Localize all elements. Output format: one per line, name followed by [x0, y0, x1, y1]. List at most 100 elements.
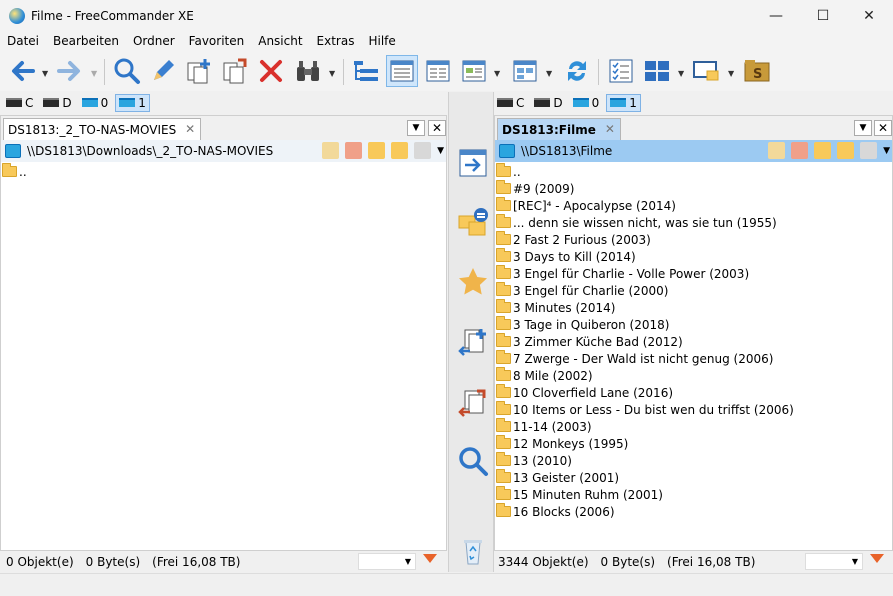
tree-view-icon[interactable]: [350, 55, 382, 87]
filter-funnel-icon[interactable]: [423, 554, 437, 563]
path-menu-dropdown-icon[interactable]: ▼: [883, 146, 890, 156]
tab-close-icon[interactable]: ✕: [185, 122, 195, 136]
forward-arrow-icon[interactable]: [54, 55, 86, 87]
layout-dropdown-icon[interactable]: ▼: [678, 69, 687, 78]
list-item[interactable]: 15 Minuten Ruhm (2001): [495, 486, 892, 503]
filter-dropdown[interactable]: ▼: [358, 553, 416, 570]
back-arrow-icon[interactable]: [6, 55, 38, 87]
list-item[interactable]: 16 Blocks (2006): [495, 503, 892, 520]
history-icon[interactable]: [322, 142, 340, 159]
list-item[interactable]: 3 Days to Kill (2014): [495, 248, 892, 265]
left-path-text: \\DS1813\Downloads\_2_TO-NAS-MOVIES: [27, 144, 274, 158]
list-item[interactable]: 3 Minutes (2014): [495, 299, 892, 316]
back-dropdown-icon[interactable]: ▼: [42, 69, 51, 78]
root-folder-icon[interactable]: [391, 142, 409, 159]
sync-folder-icon[interactable]: S: [741, 55, 773, 87]
tab-close-icon[interactable]: ✕: [605, 122, 615, 136]
menu-ordner[interactable]: Ordner: [126, 34, 182, 48]
forward-dropdown-icon[interactable]: ▼: [91, 69, 100, 78]
tab-left-folder[interactable]: DS1813:_2_TO-NAS-MOVIES ✕: [3, 118, 202, 140]
list-item[interactable]: ..: [1, 163, 446, 180]
filter-dropdown[interactable]: ▼: [805, 553, 863, 570]
binoculars-dropdown-icon[interactable]: ▼: [329, 69, 338, 78]
refresh-icon[interactable]: [561, 55, 593, 87]
maximize-icon[interactable]: ☐: [800, 0, 846, 31]
menu-hilfe[interactable]: Hilfe: [361, 34, 402, 48]
favorites-heart-icon[interactable]: [791, 142, 809, 159]
move-files-icon[interactable]: [219, 55, 251, 87]
list-item[interactable]: 8 Mile (2002): [495, 367, 892, 384]
screen-view-icon[interactable]: [690, 55, 722, 87]
preview-dropdown-icon[interactable]: ▼: [546, 69, 555, 78]
list-item[interactable]: 3 Engel für Charlie (2000): [495, 282, 892, 299]
swap-panels-icon[interactable]: [456, 146, 490, 180]
panel-layout-icon[interactable]: [641, 55, 673, 87]
close-icon[interactable]: ✕: [846, 0, 892, 31]
menu-extras[interactable]: Extras: [310, 34, 362, 48]
path-menu-dropdown-icon[interactable]: ▼: [437, 146, 444, 156]
list-item[interactable]: 13 Geister (2001): [495, 469, 892, 486]
menu-ansicht[interactable]: Ansicht: [251, 34, 309, 48]
list-item[interactable]: 12 Monkeys (1995): [495, 435, 892, 452]
drive-d-right[interactable]: D: [531, 95, 565, 111]
details-view-icon[interactable]: [386, 55, 418, 87]
list-view-icon[interactable]: [422, 55, 454, 87]
drive-0-right[interactable]: 0: [570, 95, 603, 111]
panel-close-icon[interactable]: ✕: [428, 120, 446, 136]
drive-label: 0: [100, 95, 109, 110]
copy-path-icon[interactable]: [860, 142, 878, 159]
view-dropdown-icon[interactable]: ▼: [494, 69, 503, 78]
recycle-bin-icon[interactable]: [456, 535, 490, 569]
edit-pencil-icon[interactable]: [147, 55, 179, 87]
drive-c-right[interactable]: C: [494, 95, 527, 111]
tab-list-dropdown-icon[interactable]: ▼: [854, 120, 872, 136]
tab-list-dropdown-icon[interactable]: ▼: [407, 120, 425, 136]
minimize-icon[interactable]: —: [753, 0, 799, 31]
copy-to-other-panel-icon[interactable]: [456, 326, 490, 360]
parent-folder-icon[interactable]: [814, 142, 832, 159]
list-item[interactable]: 11-14 (2003): [495, 418, 892, 435]
panel-close-icon[interactable]: ✕: [874, 120, 892, 136]
drive-1-right[interactable]: 1: [606, 93, 641, 112]
list-item[interactable]: ... denn sie wissen nicht, was sie tun (…: [495, 214, 892, 231]
search-icon[interactable]: [456, 444, 490, 478]
favorites-heart-icon[interactable]: [345, 142, 363, 159]
parent-folder-icon[interactable]: [368, 142, 386, 159]
preview-view-icon[interactable]: [509, 55, 541, 87]
menu-datei[interactable]: Datei: [0, 34, 46, 48]
delete-icon[interactable]: [255, 55, 287, 87]
tab-right-folder[interactable]: DS1813:Filme ✕: [497, 118, 621, 140]
folder-settings-icon[interactable]: [456, 205, 490, 239]
list-item[interactable]: ..: [495, 163, 892, 180]
menu-favoriten[interactable]: Favoriten: [182, 34, 252, 48]
list-item[interactable]: 2 Fast 2 Furious (2003): [495, 231, 892, 248]
move-to-other-panel-icon[interactable]: [456, 387, 490, 421]
list-item[interactable]: 7 Zwerge - Der Wald ist nicht genug (200…: [495, 350, 892, 367]
drive-1-left[interactable]: 1: [115, 93, 150, 112]
drive-c-left[interactable]: C: [3, 95, 36, 111]
list-item[interactable]: 3 Tage in Quiberon (2018): [495, 316, 892, 333]
favorite-star-icon[interactable]: [456, 265, 490, 299]
drive-d-left[interactable]: D: [40, 95, 74, 111]
right-path-bar[interactable]: \\DS1813\Filme ▼: [495, 140, 892, 162]
search-icon[interactable]: [111, 55, 143, 87]
root-folder-icon[interactable]: [837, 142, 855, 159]
menu-bearbeiten[interactable]: Bearbeiten: [46, 34, 126, 48]
list-item[interactable]: #9 (2009): [495, 180, 892, 197]
filter-funnel-icon[interactable]: [870, 554, 884, 563]
checklist-icon[interactable]: [605, 55, 637, 87]
copy-path-icon[interactable]: [414, 142, 432, 159]
list-item[interactable]: 13 (2010): [495, 452, 892, 469]
list-item[interactable]: 3 Zimmer Küche Bad (2012): [495, 333, 892, 350]
copy-files-icon[interactable]: [183, 55, 215, 87]
list-item[interactable]: [REC]⁴ - Apocalypse (2014): [495, 197, 892, 214]
left-path-bar[interactable]: \\DS1813\Downloads\_2_TO-NAS-MOVIES ▼: [1, 140, 446, 162]
list-item[interactable]: 10 Items or Less - Du bist wen du triffs…: [495, 401, 892, 418]
list-item[interactable]: 3 Engel für Charlie - Volle Power (2003): [495, 265, 892, 282]
binoculars-icon[interactable]: [292, 55, 324, 87]
thumbnail-view-icon[interactable]: [458, 55, 490, 87]
drive-0-left[interactable]: 0: [79, 95, 112, 111]
history-icon[interactable]: [768, 142, 786, 159]
list-item[interactable]: 10 Cloverfield Lane (2016): [495, 384, 892, 401]
screen-dropdown-icon[interactable]: ▼: [728, 69, 737, 78]
